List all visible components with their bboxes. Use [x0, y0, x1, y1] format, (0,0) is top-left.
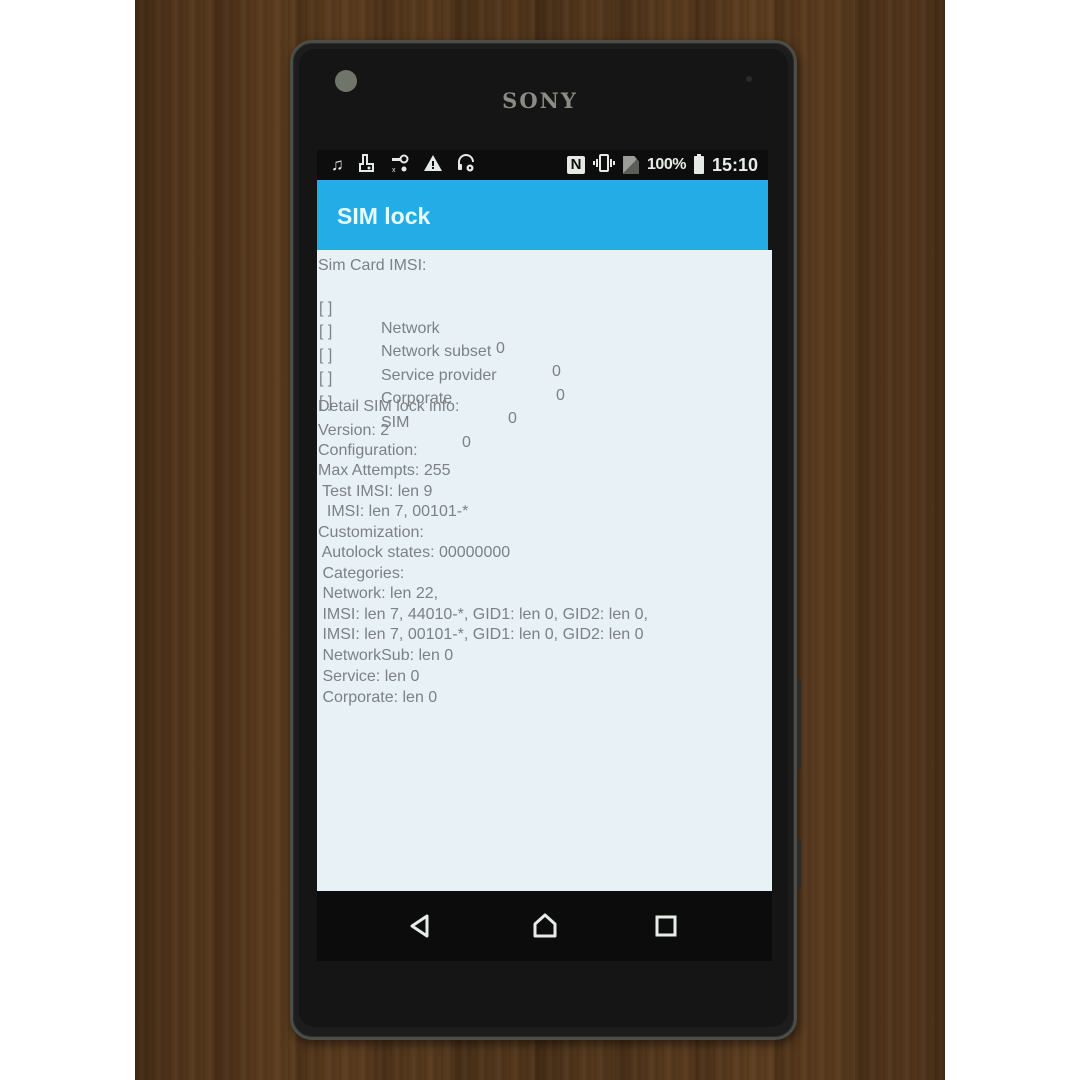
nfc-icon: N: [567, 156, 586, 174]
clock: 15:10: [711, 154, 758, 175]
usb-debug-icon: [357, 153, 377, 178]
status-bar: ♫ x N 100% 15:10: [317, 150, 768, 180]
recents-button[interactable]: [651, 911, 681, 941]
home-icon: [533, 913, 557, 938]
detail-header: Detail SIM lock info:: [318, 398, 460, 415]
camera-button[interactable]: [797, 840, 801, 890]
brand-logo: SONY: [502, 88, 578, 113]
battery-icon: [693, 154, 704, 174]
customization-line: Customization:: [318, 524, 424, 541]
svg-text:x: x: [392, 167, 396, 173]
configuration-line: Configuration:: [318, 442, 418, 459]
imsi-line: IMSI: len 7, 00101-*: [318, 503, 469, 520]
network-category-line: Network: len 22,: [318, 585, 439, 602]
page-title: SIM lock: [337, 203, 431, 229]
imsi-entry-line: IMSI: len 7, 00101-*, GID1: len 0, GID2:…: [318, 626, 644, 643]
headset-icon: [456, 153, 476, 178]
networksub-line: NetworkSub: len 0: [318, 647, 454, 664]
sim-lock-info-panel: Sim Card IMSI: [ ] Network 0 [ ] Network…: [317, 250, 772, 891]
test-imsi-line: Test IMSI: len 9: [318, 483, 433, 500]
back-icon: [410, 914, 429, 938]
notification-icons: ♫ x: [331, 153, 476, 178]
music-note-icon: ♫: [331, 155, 344, 174]
back-button[interactable]: [405, 911, 435, 941]
no-sim-icon: [623, 156, 640, 174]
warning-icon: [423, 153, 443, 178]
sim-imsi-header: Sim Card IMSI:: [318, 257, 427, 274]
autolock-line: Autolock states: 00000000: [318, 544, 511, 561]
corporate-line: Corporate: len 0: [318, 689, 438, 706]
lock-value: 0: [462, 434, 471, 451]
max-attempts-line: Max Attempts: 255: [318, 462, 451, 479]
recents-icon: [655, 915, 677, 937]
battery-percent: 100%: [647, 156, 686, 173]
proximity-sensor: [746, 76, 752, 82]
imsi-entry-line: IMSI: len 7, 44010-*, GID1: len 0, GID2:…: [318, 606, 648, 623]
key-icon: x: [390, 153, 410, 178]
service-line: Service: len 0: [318, 668, 420, 685]
front-camera: [335, 70, 357, 92]
categories-line: Categories:: [318, 565, 405, 582]
vibrate-icon: [593, 153, 616, 178]
navigation-bar: [317, 891, 772, 961]
volume-button[interactable]: [797, 680, 801, 770]
version-line: Version: 2: [318, 422, 390, 439]
system-status-icons: N 100% 15:10: [567, 153, 758, 178]
home-button[interactable]: [530, 911, 560, 941]
app-bar: SIM lock: [317, 180, 768, 250]
